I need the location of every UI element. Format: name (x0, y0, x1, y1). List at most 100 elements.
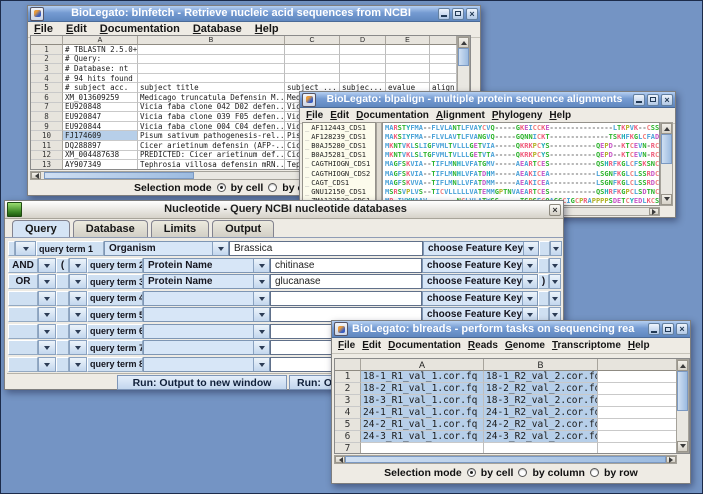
minimize-button[interactable] (648, 323, 660, 335)
scroll-right-button[interactable] (666, 456, 676, 463)
boolean-operator-dropdown[interactable] (38, 324, 56, 339)
field-select[interactable]: Organism (104, 241, 229, 256)
aligned-sequence[interactable]: MAGFSKVVA--TIFLMNLLVFATDMM-----AEAKICEA-… (383, 178, 659, 187)
sequence-name[interactable]: _B0AJ5280_CDS1 (303, 141, 375, 150)
menu-file[interactable]: File (306, 110, 323, 121)
menu-documentation[interactable]: Documentation (356, 110, 429, 121)
table-cell[interactable]: EU920844 (63, 122, 138, 132)
field-select[interactable] (143, 357, 270, 372)
aligned-sequence[interactable]: MARSTYFMA--FLVLANTLFVAYCVQ-----GKEICCKE-… (383, 123, 659, 132)
field-select[interactable] (143, 291, 270, 306)
table-cell[interactable]: # Query: (63, 55, 138, 65)
blpalign-titlebar[interactable]: BioLegato: blpalign - multiple protein s… (300, 92, 675, 108)
column-header-C[interactable]: C (285, 36, 340, 45)
blnfetch-titlebar[interactable]: BioLegato: blnfetch - Retrieve nucleic a… (28, 6, 480, 22)
tab-limits[interactable]: Limits (151, 220, 209, 237)
table-cell[interactable]: EU920848 (63, 103, 138, 113)
table-cell[interactable]: subject title (138, 83, 285, 93)
table-cell[interactable]: EU920847 (63, 112, 138, 122)
close-paren-dropdown[interactable] (549, 274, 561, 289)
table-cell[interactable]: # TBLASTN 2.5.0+ (63, 45, 138, 55)
scroll-down-button[interactable] (677, 441, 688, 452)
scroll-track[interactable] (661, 164, 672, 194)
table-cell[interactable] (340, 74, 386, 84)
corner-header[interactable] (335, 359, 361, 371)
menu-documentation[interactable]: Documentation (100, 23, 180, 35)
menu-alignment[interactable]: Alignment (436, 110, 485, 121)
scroll-track[interactable] (677, 411, 688, 441)
aligned-sequence[interactable]: MAGFSKVIA--TIFLMNHLVFATDHM-----AEAKICEA-… (383, 169, 659, 178)
table-cell[interactable]: 18-2_R1_val_1.cor.fq (361, 383, 484, 395)
table-cell[interactable]: 18-2_R2_val_2.cor.fq (484, 383, 598, 395)
blreads-vertical-scrollbar[interactable] (676, 359, 689, 453)
table-cell[interactable] (361, 443, 484, 454)
menu-genome[interactable]: Genome (505, 340, 545, 351)
scroll-thumb[interactable] (345, 456, 666, 463)
table-cell[interactable]: Vicia faba clone 042 D02 defen... (138, 103, 285, 113)
table-cell[interactable]: AY907349 (63, 160, 138, 170)
menu-phylogeny[interactable]: Phylogeny (492, 110, 543, 121)
chevron-down-icon[interactable] (522, 259, 537, 272)
table-cell[interactable] (340, 64, 386, 74)
field-select[interactable]: Protein Name (143, 258, 270, 273)
close-button[interactable]: × (466, 8, 478, 20)
table-cell[interactable] (386, 55, 430, 65)
scroll-up-button[interactable] (458, 37, 469, 48)
menu-reads[interactable]: Reads (468, 340, 498, 351)
table-cell[interactable]: 24-1_R2_val_2.cor.fq (484, 407, 598, 419)
field-select[interactable] (143, 324, 270, 339)
close-paren-dropdown[interactable] (549, 258, 561, 273)
blreads-horizontal-scrollbar[interactable] (334, 455, 677, 464)
column-header-B[interactable]: B (484, 359, 598, 371)
menu-edit[interactable]: Edit (66, 23, 87, 35)
table-cell[interactable]: Tephrosia villosa defensin mRN... (138, 160, 285, 170)
run-output-new-window-button[interactable]: Run: Output to new window (117, 375, 287, 390)
aligned-sequence[interactable]: MAKSIYFMA--FLVLAVTLFVANGVQ-----GQNNICKT-… (383, 132, 659, 141)
blpalign-vertical-scrollbar[interactable] (660, 122, 673, 206)
scroll-right-button[interactable] (649, 208, 659, 215)
column-header-D[interactable]: D (340, 36, 386, 45)
table-cell[interactable]: FJ174609 (63, 131, 138, 141)
feature-key-select[interactable]: choose Feature Key (422, 291, 538, 306)
table-cell[interactable]: 24-2_R1_val_1.cor.fq (361, 419, 484, 431)
boolean-operator-dropdown[interactable] (38, 258, 56, 273)
field-select[interactable] (143, 307, 270, 322)
field-select[interactable] (143, 340, 270, 355)
chevron-down-icon[interactable] (522, 275, 537, 288)
paren-dropdown[interactable] (69, 274, 87, 289)
table-cell[interactable] (484, 443, 598, 454)
table-cell[interactable] (386, 45, 430, 55)
tab-output[interactable]: Output (212, 220, 274, 237)
menu-help[interactable]: Help (255, 23, 279, 35)
table-cell[interactable] (138, 55, 285, 65)
table-cell[interactable]: Vicia faba clone 004 C04 defen... (138, 122, 285, 132)
maximize-button[interactable] (662, 323, 674, 335)
sequence-name[interactable]: _AF128239_CDS1 (303, 132, 375, 141)
term-options-dropdown[interactable] (15, 241, 36, 256)
aligned-sequence[interactable]: MAGFSKVIA--TIFLMNHLVFATGMV-----AEARTCES-… (383, 160, 659, 169)
paren-dropdown[interactable] (69, 357, 87, 372)
menu-edit[interactable]: Edit (362, 340, 381, 351)
table-cell[interactable]: XM_013609259 (63, 93, 138, 103)
boolean-operator-dropdown[interactable] (38, 357, 56, 372)
table-cell[interactable] (386, 64, 430, 74)
radio-by-column[interactable] (268, 183, 277, 192)
menu-file[interactable]: File (34, 23, 53, 35)
table-cell[interactable] (430, 55, 457, 65)
table-cell[interactable]: 24-3_R2_val_2.cor.fq (484, 431, 598, 443)
scroll-up-button[interactable] (677, 360, 688, 371)
menu-file[interactable]: File (338, 340, 355, 351)
table-cell[interactable] (138, 45, 285, 55)
scroll-thumb[interactable] (44, 172, 194, 179)
paren-dropdown[interactable] (69, 307, 87, 322)
radio-by-cell[interactable] (467, 468, 476, 477)
table-cell[interactable] (598, 395, 678, 407)
table-cell[interactable] (285, 74, 340, 84)
table-cell[interactable] (598, 419, 678, 431)
table-cell[interactable] (598, 443, 678, 454)
chevron-down-icon[interactable] (522, 292, 537, 305)
table-cell[interactable] (430, 64, 457, 74)
aligned-sequence[interactable]: MSRSVPLVS--TICVLLLLLVATEMMGPTNVAEARTCES-… (383, 187, 659, 196)
column-header-extra[interactable] (430, 36, 457, 45)
table-cell[interactable] (138, 64, 285, 74)
